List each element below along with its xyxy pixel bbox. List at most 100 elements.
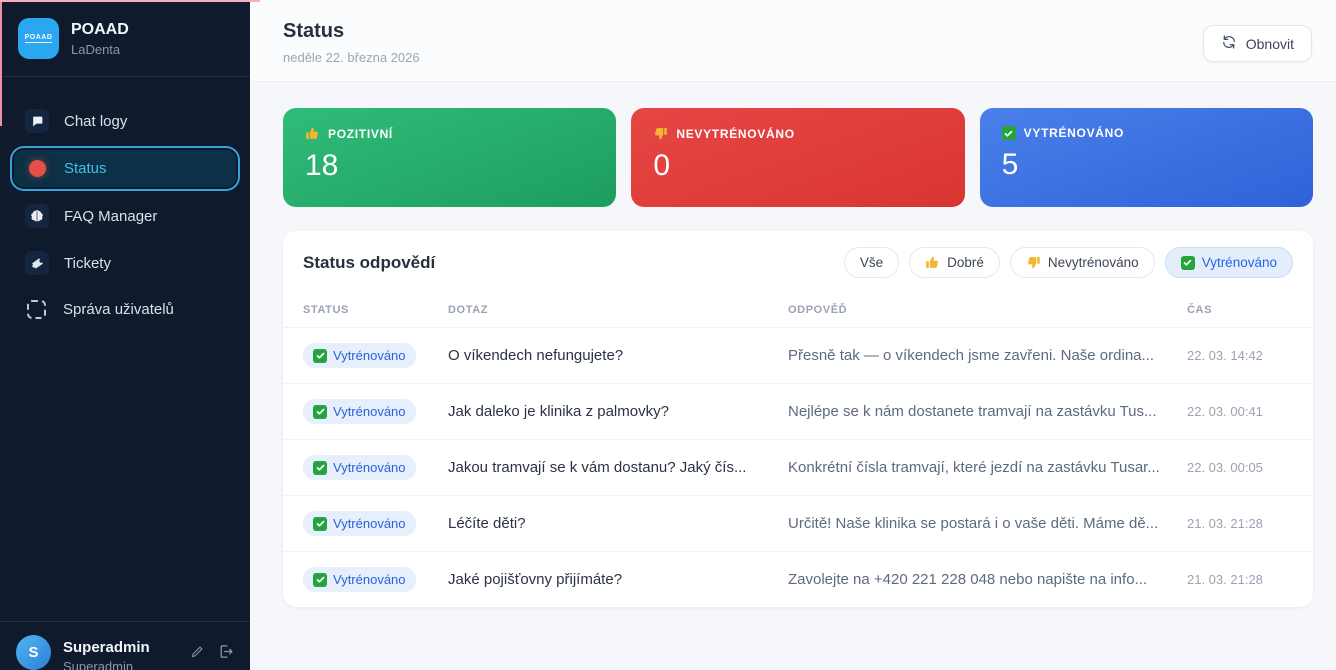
column-header-dotaz: Dotaz	[448, 294, 788, 328]
thumbs-up-icon	[305, 126, 320, 141]
time-cell: 22. 03. 00:41	[1187, 384, 1313, 440]
status-badge: Vytrénováno	[303, 343, 416, 368]
app-subtitle: LaDenta	[71, 42, 129, 57]
refresh-icon	[1221, 34, 1237, 53]
table-row[interactable]: Vytrénováno Jak daleko je klinika z palmo…	[283, 384, 1313, 440]
filter-label: Vše	[860, 255, 883, 270]
ticket-icon	[25, 251, 49, 275]
question-cell: Léčíte děti?	[448, 496, 788, 552]
sidebar-item-label: Status	[64, 160, 107, 177]
answers-card-header: Status odpovědí Vše Dobré Nevytrénováno Vyt…	[283, 231, 1313, 294]
edit-profile-button[interactable]	[190, 644, 205, 662]
table-row[interactable]: VytrénovánoJaké pojišťovny přijímáte?Zav…	[283, 552, 1313, 608]
table-row[interactable]: VytrénovánoO víkendech nefungujete?Přesn…	[283, 328, 1313, 384]
page-header: Status neděle 22. března 2026 Obnovit	[250, 0, 1336, 82]
sidebar-item-status[interactable]: Status	[12, 148, 238, 189]
column-header-odpoved: Odpověď	[788, 294, 1187, 328]
column-header-cas: Čas	[1187, 294, 1313, 328]
time-cell: 21. 03. 21:28	[1187, 552, 1313, 608]
chat-icon	[25, 109, 49, 133]
check-icon	[313, 349, 327, 363]
sidebar-item-sprava-uzivatelu[interactable]: Správa uživatelů	[12, 290, 238, 329]
question-cell: Jakou tramvají se k vám dostanu? Jaký čí…	[448, 440, 788, 496]
stat-value: 18	[305, 149, 594, 183]
status-badge: Vytrénováno	[303, 455, 416, 480]
page-date: neděle 22. března 2026	[283, 50, 420, 65]
check-icon	[313, 573, 327, 587]
thumbs-up-icon	[925, 255, 940, 270]
sidebar-header: POAAD POAAD LaDenta	[0, 0, 250, 77]
answer-cell: Konkrétní čísla tramvají, které jezdí na…	[788, 440, 1187, 496]
sidebar-item-chat-logy[interactable]: Chat logy	[12, 101, 238, 141]
pencil-icon	[190, 644, 205, 662]
question-cell: Jaké pojišťovny přijímáte?	[448, 552, 788, 608]
sidebar-item-label: Tickety	[64, 255, 111, 272]
sidebar-item-label: Správa uživatelů	[63, 301, 174, 318]
time-cell: 22. 03. 00:05	[1187, 440, 1313, 496]
answer-cell: Určitě! Naše klinika se postará i o vaše…	[788, 496, 1187, 552]
stat-label: NEVYTRÉNOVÁNO	[653, 126, 942, 141]
filter-dobre[interactable]: Dobré	[909, 247, 1000, 278]
logout-icon	[217, 643, 234, 663]
filter-label: Vytrénováno	[1202, 255, 1277, 270]
stat-card-untrained: NEVYTRÉNOVÁNO 0	[631, 108, 964, 207]
answers-card-title: Status odpovědí	[303, 253, 435, 273]
page-title: Status	[283, 20, 420, 43]
refresh-label: Obnovit	[1246, 36, 1294, 52]
sidebar-item-label: FAQ Manager	[64, 208, 157, 225]
status-dot-icon	[29, 160, 46, 177]
check-icon	[1181, 256, 1195, 270]
content: POZITIVNÍ 18 NEVYTRÉNOVÁNO 0 VYTRÉNOVÁNO 5 St…	[250, 82, 1336, 607]
user-name: Superadmin	[63, 639, 178, 656]
users-frame-icon	[27, 300, 46, 319]
check-icon	[1002, 126, 1016, 140]
filter-vse[interactable]: Vše	[844, 247, 899, 278]
sidebar-item-label: Chat logy	[64, 113, 127, 130]
logout-button[interactable]	[217, 643, 234, 663]
filter-row: Vše Dobré Nevytrénováno Vytrénováno	[844, 247, 1293, 278]
question-cell: O víkendech nefungujete?	[448, 328, 788, 384]
table-row[interactable]: Vytrénováno Jakou tramvají se k vám dosta…	[283, 440, 1313, 496]
avatar: S	[16, 635, 51, 670]
stat-label: VYTRÉNOVÁNO	[1002, 126, 1291, 140]
status-badge: Vytrénováno	[303, 511, 416, 536]
filter-label: Dobré	[947, 255, 984, 270]
screen-edge-artifact-top	[0, 0, 260, 2]
sidebar-nav: Chat logy Status FAQ Manager Tickety Správa …	[0, 77, 250, 621]
answer-cell: Nejlépe se k nám dostanete tramvají na z…	[788, 384, 1187, 440]
column-header-status: Status	[283, 294, 448, 328]
status-badge: Vytrénováno	[303, 399, 416, 424]
check-icon	[313, 517, 327, 531]
stat-value: 0	[653, 149, 942, 183]
stat-card-positive: POZITIVNÍ 18	[283, 108, 616, 207]
stat-value: 5	[1002, 148, 1291, 182]
time-cell: 21. 03. 21:28	[1187, 496, 1313, 552]
filter-nevytrenovano[interactable]: Nevytrénováno	[1010, 247, 1155, 278]
question-cell: Jak daleko je klinika z palmovky?	[448, 384, 788, 440]
app-title: POAAD	[71, 21, 129, 39]
stat-label: POZITIVNÍ	[305, 126, 594, 141]
stat-card-trained: VYTRÉNOVÁNO 5	[980, 108, 1313, 207]
answers-table: StatusDotazOdpověďČas Vytrénováno O víken…	[283, 294, 1313, 607]
refresh-button[interactable]: Obnovit	[1203, 25, 1312, 62]
time-cell: 22. 03. 14:42	[1187, 328, 1313, 384]
user-role: Superadmin	[63, 659, 178, 670]
check-icon	[313, 461, 327, 475]
stats-row: POZITIVNÍ 18 NEVYTRÉNOVÁNO 0 VYTRÉNOVÁNO 5	[283, 108, 1313, 207]
answers-card: Status odpovědí Vše Dobré Nevytrénováno Vyt…	[283, 231, 1313, 607]
answer-cell: Zavolejte na +420 221 228 048 nebo napiš…	[788, 552, 1187, 608]
filter-vytrenovano[interactable]: Vytrénováno	[1165, 247, 1293, 278]
main-area: Status neděle 22. března 2026 Obnovit PO…	[250, 0, 1336, 670]
screen-edge-artifact-left	[0, 0, 2, 126]
sidebar-item-tickety[interactable]: Tickety	[12, 243, 238, 283]
table-header-row: StatusDotazOdpověďČas	[283, 294, 1313, 328]
sidebar-item-faq-manager[interactable]: FAQ Manager	[12, 196, 238, 236]
brain-icon	[25, 204, 49, 228]
check-icon	[313, 405, 327, 419]
sidebar-footer: S Superadmin Superadmin	[0, 621, 250, 670]
app-logo-text: POAAD	[25, 34, 53, 43]
table-row[interactable]: Vytrénováno Léčíte děti?Určitě! Naše klin…	[283, 496, 1313, 552]
thumbs-down-icon	[1026, 255, 1041, 270]
app-logo: POAAD	[18, 18, 59, 59]
filter-label: Nevytrénováno	[1048, 255, 1139, 270]
